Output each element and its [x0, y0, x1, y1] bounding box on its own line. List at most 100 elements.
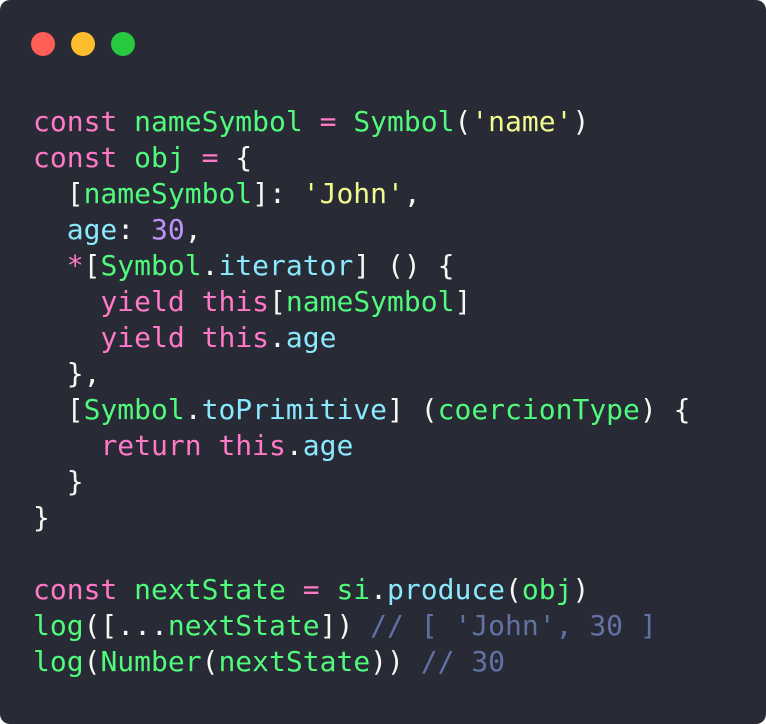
code-token-keyword: const: [33, 141, 118, 174]
code-token-comment: // [ 'John', 30 ]: [370, 609, 657, 642]
code-token-plain: },: [33, 357, 101, 390]
code-token-keyword: const: [33, 573, 118, 606]
code-line: yield this.age: [33, 320, 690, 356]
code-line: age: 30,: [33, 212, 690, 248]
code-token-function: coercionType: [437, 393, 640, 426]
code-token-keyword: this: [201, 285, 270, 318]
code-token-keyword: =: [319, 105, 337, 138]
code-token-keyword: this: [201, 321, 270, 354]
code-token-keyword: =: [302, 573, 320, 606]
code-token-plain: ,: [184, 213, 202, 246]
code-token-plain: .: [201, 249, 219, 282]
code-token-comment: // 30: [420, 645, 506, 678]
maximize-button[interactable]: [111, 32, 135, 56]
code-token-keyword: *: [66, 249, 84, 282]
code-token-keyword: const: [33, 105, 118, 138]
code-token-plain: [: [33, 393, 84, 426]
code-token-number: 30: [151, 213, 185, 246]
code-token-keyword: =: [201, 141, 219, 174]
code-token-plain: [: [33, 177, 84, 210]
code-token-keyword: return: [100, 429, 202, 462]
code-token-function: Symbol: [100, 249, 202, 282]
code-token-property: age: [302, 429, 354, 462]
code-token-property: age: [285, 321, 337, 354]
code-token-plain: {: [218, 141, 253, 174]
code-token-function: log: [33, 609, 84, 642]
code-line: }: [33, 500, 690, 536]
code-token-keyword: yield: [100, 285, 185, 318]
code-token-plain: ([...: [83, 609, 168, 642]
code-token-plain: ): [572, 105, 590, 138]
code-line: [nameSymbol]: 'John',: [33, 176, 690, 212]
code-token-property: toPrimitive: [201, 393, 388, 426]
code-token-plain: .: [184, 393, 202, 426]
code-token-function: nameSymbol: [285, 285, 455, 318]
code-token-function: si: [336, 573, 371, 606]
minimize-button[interactable]: [71, 32, 95, 56]
code-token-plain: .: [269, 321, 286, 354]
window-controls: [31, 32, 135, 56]
code-token-function: nextState: [218, 645, 371, 678]
code-block: const nameSymbol = Symbol('name') const o…: [33, 104, 690, 680]
code-token-plain: }: [33, 501, 50, 534]
code-line: [Symbol.toPrimitive] (coercionType) {: [33, 392, 691, 428]
code-line: const obj = {: [33, 140, 690, 176]
code-token-string: 'name': [471, 105, 573, 138]
code-token-plain: ] (: [387, 393, 438, 426]
code-token-function: nextState: [134, 573, 286, 606]
code-line: const nameSymbol = Symbol('name'): [33, 104, 690, 140]
code-window: const nameSymbol = Symbol('name') const o…: [0, 0, 766, 724]
code-token-plain: ): [572, 573, 590, 606]
code-token-plain: (: [505, 573, 522, 606]
code-token-plain: (: [83, 645, 101, 678]
code-token-function: obj: [521, 573, 573, 606]
code-token-plain: .: [370, 573, 388, 606]
code-token-plain: .: [285, 429, 303, 462]
code-line: yield this[nameSymbol]: [33, 284, 690, 320]
code-token-property: age: [66, 213, 118, 246]
code-line: },: [33, 356, 690, 392]
code-token-plain: ]: [454, 285, 472, 318]
code-token-property: iterator: [218, 249, 354, 282]
code-token-plain: [: [83, 249, 101, 282]
code-token-plain: ) {: [639, 393, 691, 426]
code-token-plain: ]): [319, 609, 371, 642]
code-line: }: [33, 464, 690, 500]
code-token-plain: [: [269, 285, 286, 318]
code-token-function: Number: [100, 645, 202, 678]
code-line: log([...nextState]) // [ 'John', 30 ]: [33, 608, 690, 644]
code-token-function: obj: [134, 141, 185, 174]
code-token-plain: (: [454, 105, 472, 138]
code-token-function: log: [33, 645, 84, 678]
code-token-property: produce: [387, 573, 506, 606]
code-token-plain: ] () {: [353, 249, 455, 282]
code-token-plain: ]:: [252, 177, 303, 210]
code-line: *[Symbol.iterator] () {: [33, 248, 690, 284]
code-line: log(Number(nextState)) // 30: [33, 644, 690, 680]
code-token-function: nameSymbol: [134, 105, 303, 138]
code-token-function: nextState: [167, 609, 320, 642]
code-token-keyword: this: [218, 429, 286, 462]
code-line: const nextState = si.produce(obj): [33, 572, 690, 608]
code-token-function: Symbol: [353, 105, 455, 138]
close-button[interactable]: [31, 32, 55, 56]
code-token-plain: :: [117, 213, 152, 246]
